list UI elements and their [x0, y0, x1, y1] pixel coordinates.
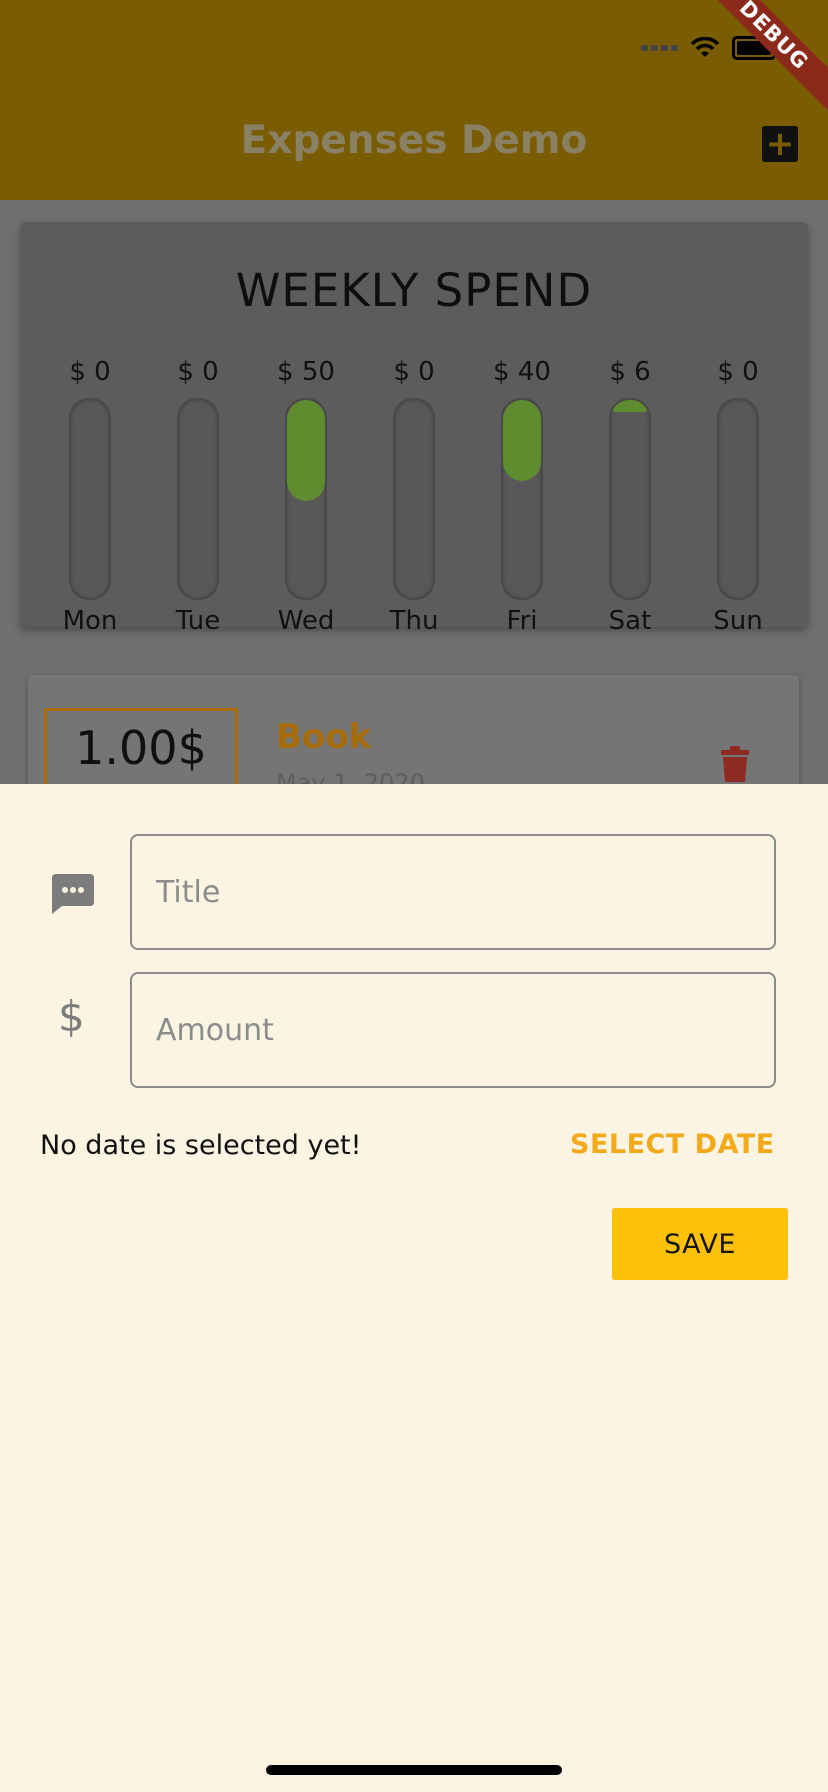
chart-value-label: $ 0	[69, 357, 111, 387]
save-button[interactable]: SAVE	[612, 1208, 788, 1280]
chart-day-label: Wed	[277, 606, 335, 636]
amount-field[interactable]	[130, 972, 776, 1088]
home-indicator[interactable]	[266, 1765, 562, 1775]
amount-input[interactable]	[132, 974, 774, 1086]
chart-bar-column: $ 0 Tue	[158, 356, 238, 636]
chart-bar	[287, 400, 325, 502]
message-icon	[52, 874, 94, 914]
chart-value-label: $ 0	[177, 357, 219, 387]
status-bar	[641, 36, 779, 60]
chart-bar-track	[609, 398, 651, 600]
chart-bar-column: $ 50 Wed	[266, 356, 346, 636]
dollar-icon: $	[58, 992, 85, 1041]
chart-value-label: $ 6	[609, 357, 651, 387]
add-expense-button[interactable]: +	[762, 126, 798, 162]
chart-bar-track	[69, 398, 111, 600]
chart-bar-track	[177, 398, 219, 600]
chart-bar	[503, 400, 541, 481]
chart-day-label: Thu	[389, 606, 439, 636]
chart-day-label: Fri	[506, 606, 538, 636]
chart-day-label: Sat	[608, 606, 652, 636]
wifi-icon	[690, 37, 720, 57]
chart-bar-column: $ 0 Thu	[374, 356, 454, 636]
chart-day-label: Mon	[62, 606, 118, 636]
title-input[interactable]	[132, 836, 774, 948]
chart-bar-column: $ 0 Mon	[50, 356, 130, 636]
transaction-title: Book	[276, 717, 372, 757]
weekly-spend-card: WEEKLY SPEND $ 0 Mon $ 0 Tue $ 50 Wed $ 0 Thu $ …	[20, 222, 808, 636]
chart-bar-column: $ 0 Sun	[698, 356, 778, 636]
chart-bar-column: $ 6 Sat	[590, 356, 670, 636]
chart-bar-track	[285, 398, 327, 600]
weekly-spend-title: WEEKLY SPEND	[235, 264, 593, 317]
chart-value-label: $ 0	[393, 357, 435, 387]
chart-bar-column: $ 40 Fri	[482, 356, 562, 636]
chart-bar	[611, 400, 649, 413]
chart-day-label: Sun	[713, 606, 763, 636]
chart-day-label: Tue	[175, 606, 221, 636]
cellular-signal-icon	[641, 45, 678, 51]
title-field[interactable]	[130, 834, 776, 950]
no-date-text: No date is selected yet!	[40, 1130, 362, 1161]
transaction-amount: 1.00$	[75, 721, 207, 775]
select-date-button[interactable]: SELECT DATE	[570, 1129, 775, 1160]
chart-bar-track	[501, 398, 543, 600]
add-expense-sheet: $ No date is selected yet! SELECT DATE S…	[0, 784, 828, 1792]
chart-value-label: $ 40	[493, 357, 551, 387]
app-bar: Expenses Demo + DEBUG	[0, 0, 828, 200]
app-title: Expenses Demo	[240, 118, 588, 163]
chart-value-label: $ 0	[717, 357, 759, 387]
chart-bar-track	[717, 398, 759, 600]
chart-bar-track	[393, 398, 435, 600]
delete-icon[interactable]	[720, 745, 750, 783]
chart-value-label: $ 50	[277, 357, 335, 387]
main-content: WEEKLY SPEND $ 0 Mon $ 0 Tue $ 50 Wed $ 0 Thu $ …	[0, 200, 828, 818]
